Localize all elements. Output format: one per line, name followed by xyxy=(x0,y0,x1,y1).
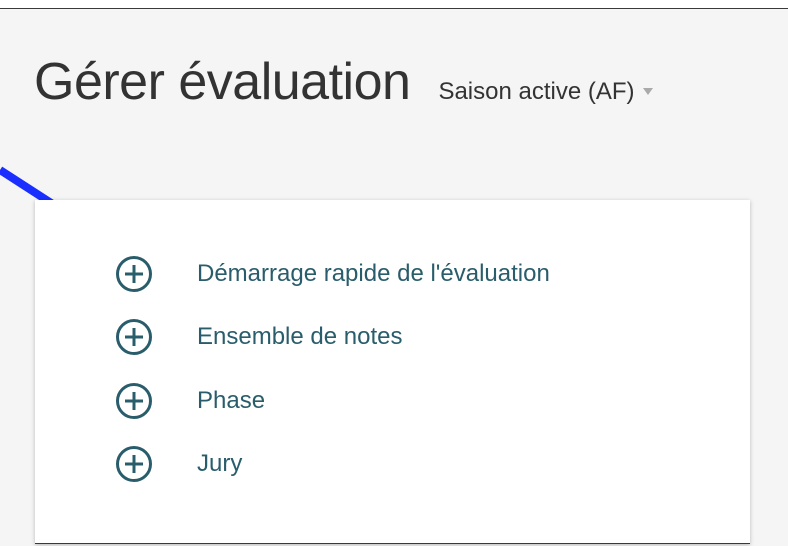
menu-item-phase[interactable]: Phase xyxy=(35,369,750,433)
menu-item-label[interactable]: Démarrage rapide de l'évaluation xyxy=(197,260,550,288)
menu-item-grade-set[interactable]: Ensemble de notes xyxy=(35,306,750,370)
caret-down-icon xyxy=(642,88,653,95)
plus-circle-icon[interactable] xyxy=(115,382,153,420)
menu-item-jury[interactable]: Jury xyxy=(35,433,750,497)
evaluation-menu: Démarrage rapide de l'évaluation Ensembl… xyxy=(35,242,750,496)
season-select[interactable]: Saison active (AF) xyxy=(438,78,653,106)
top-border xyxy=(0,0,788,9)
evaluation-panel: Démarrage rapide de l'évaluation Ensembl… xyxy=(35,200,750,544)
menu-item-label[interactable]: Ensemble de notes xyxy=(197,323,402,351)
page-header: Gérer évaluation Saison active (AF) xyxy=(34,52,653,112)
menu-item-label[interactable]: Jury xyxy=(197,450,242,478)
season-select-value: Saison active (AF) xyxy=(438,78,635,105)
menu-item-label[interactable]: Phase xyxy=(197,387,265,415)
menu-item-quick-start[interactable]: Démarrage rapide de l'évaluation xyxy=(35,242,750,306)
plus-circle-icon[interactable] xyxy=(115,255,153,293)
plus-circle-icon[interactable] xyxy=(115,318,153,356)
plus-circle-icon[interactable] xyxy=(115,445,153,483)
page-title: Gérer évaluation xyxy=(34,53,411,111)
